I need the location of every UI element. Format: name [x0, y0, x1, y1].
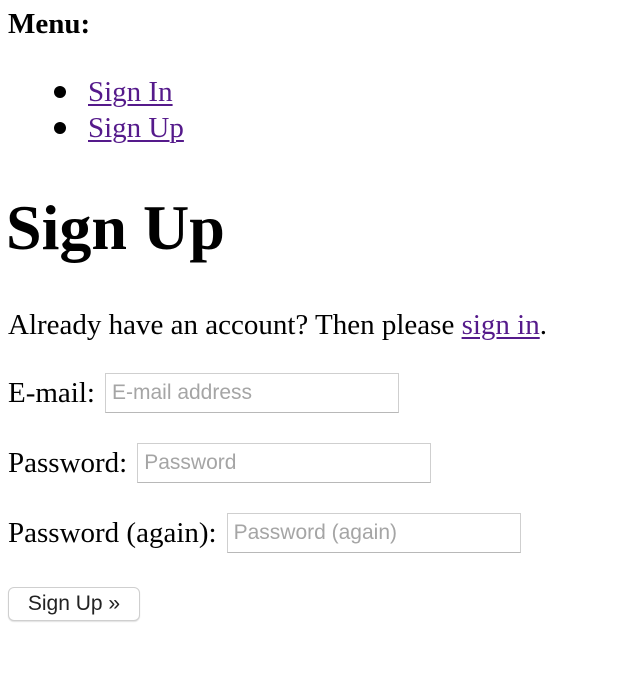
intro-sign-in-link[interactable]: sign in [462, 309, 540, 341]
password-again-label: Password (again): [8, 516, 217, 549]
password-row: Password: [8, 443, 432, 483]
intro-prefix: Already have an account? Then please [8, 309, 462, 341]
email-field[interactable] [104, 373, 399, 413]
password-field[interactable] [137, 443, 432, 483]
bullet-icon [54, 122, 66, 134]
sign-in-link[interactable]: Sign In [88, 76, 173, 108]
sign-up-link[interactable]: Sign Up [88, 112, 184, 144]
signup-page: Menu: Sign In Sign Up Sign Up Already ha… [0, 0, 618, 687]
password-again-field[interactable] [226, 513, 521, 553]
email-row: E-mail: [8, 373, 399, 413]
password-again-row: Password (again): [8, 513, 521, 553]
bullet-icon [54, 86, 66, 98]
email-label: E-mail: [8, 376, 95, 409]
sign-up-button[interactable]: Sign Up » [8, 587, 140, 621]
page-title: Sign Up [6, 192, 225, 263]
menu-list: Sign In Sign Up [0, 74, 184, 146]
intro-suffix: . [539, 309, 547, 341]
intro-text: Already have an account? Then please sig… [8, 306, 547, 344]
menu-item-sign-in: Sign In [0, 74, 184, 110]
menu-heading: Menu: [8, 8, 91, 40]
menu-item-sign-up: Sign Up [0, 110, 184, 146]
password-label: Password: [8, 446, 128, 479]
